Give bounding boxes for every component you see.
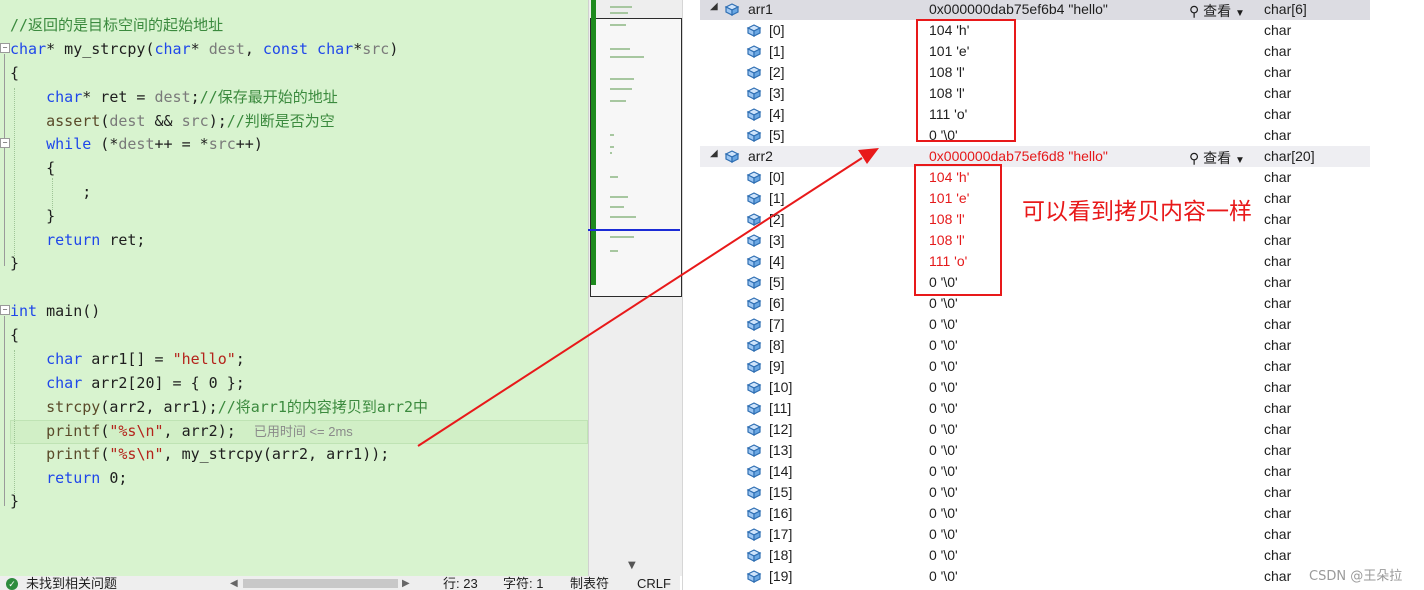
watermark: CSDN @王朵拉 xyxy=(1309,569,1403,584)
annotation-arrow xyxy=(417,148,879,447)
